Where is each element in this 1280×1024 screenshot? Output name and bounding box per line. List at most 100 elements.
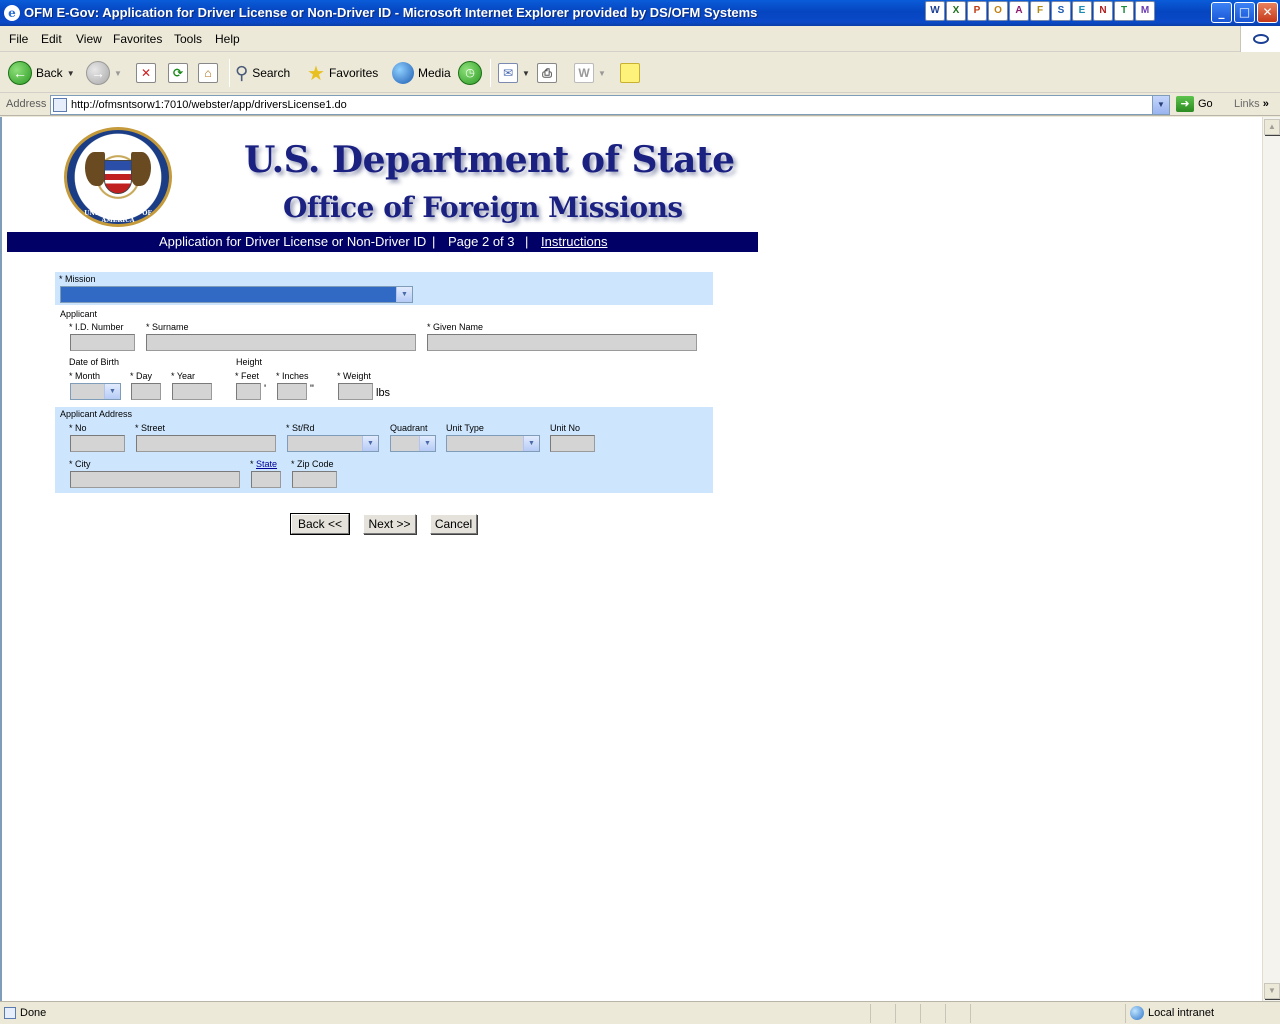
surname-input[interactable] — [146, 334, 416, 351]
street-input[interactable] — [136, 435, 276, 452]
quadrant-select[interactable]: ▼ — [390, 435, 436, 452]
zip-code-input[interactable] — [292, 471, 337, 488]
favorites-label: Favorites — [328, 66, 379, 80]
dropdown-arrow-icon[interactable]: ▼ — [67, 69, 75, 78]
minimize-button[interactable]: _ — [1211, 2, 1232, 23]
home-button[interactable]: ⌂ — [198, 60, 218, 86]
stop-icon: ✕ — [136, 63, 156, 83]
chevron-down-icon[interactable]: ▼ — [1152, 96, 1169, 114]
menu-tools[interactable]: Tools — [174, 32, 202, 46]
day-label: * Day — [130, 371, 153, 381]
unit-no-input[interactable] — [550, 435, 595, 452]
no-input[interactable] — [70, 435, 125, 452]
intranet-globe-icon — [1130, 1006, 1144, 1020]
menu-file[interactable]: File — [9, 32, 28, 46]
back-toolbar-button[interactable]: ← Back ▼ — [8, 60, 75, 86]
address-heading: Applicant Address — [60, 409, 133, 419]
stop-button[interactable]: ✕ — [136, 60, 156, 86]
page-subtitle: Office of Foreign Missions — [283, 191, 683, 224]
year-input[interactable] — [172, 383, 212, 400]
mission-select[interactable]: ▼ — [60, 286, 413, 303]
mail-button[interactable]: ✉ ▼ — [498, 60, 530, 86]
form-name: Application for Driver License or Non-Dr… — [159, 234, 427, 249]
address-input[interactable]: http://ofmsntsorw1:7010/webster/app/driv… — [50, 95, 1170, 115]
chevron-down-icon: ▼ — [396, 287, 412, 302]
menu-edit[interactable]: Edit — [41, 32, 62, 46]
refresh-button[interactable]: ⟳ — [168, 60, 188, 86]
city-input[interactable] — [70, 471, 240, 488]
history-button[interactable]: ◷ — [458, 60, 482, 86]
tray-icon[interactable]: F — [1030, 1, 1050, 21]
maximize-button[interactable]: □ — [1234, 2, 1255, 23]
title-bar: e OFM E-Gov: Application for Driver Lice… — [0, 0, 1280, 26]
instructions-link[interactable]: Instructions — [541, 234, 607, 249]
print-button[interactable]: ⎙ — [537, 60, 557, 86]
vertical-scrollbar[interactable]: ▲ ▼ — [1262, 117, 1280, 1001]
weight-unit: lbs — [376, 387, 391, 399]
media-button[interactable]: Media — [392, 60, 451, 86]
state-input[interactable] — [251, 471, 281, 488]
scroll-up-icon[interactable]: ▲ — [1264, 119, 1280, 135]
tray-icon[interactable]: M — [1135, 1, 1155, 21]
tray-icon[interactable]: T — [1114, 1, 1134, 21]
dropdown-arrow-icon[interactable]: ▼ — [114, 69, 122, 78]
toolbar: ← Back ▼ → ▼ ✕ ⟳ ⌂ ⚲ Search ★ Favorites … — [0, 53, 1280, 93]
page-title: U.S. Department of State — [244, 139, 735, 181]
page-viewport: UNITED STATES OF AMERICA U.S. Department… — [0, 117, 1262, 1001]
ie-logo-icon: e — [4, 5, 20, 21]
menu-help[interactable]: Help — [215, 32, 240, 46]
word-edit-icon: W — [574, 63, 594, 83]
chevron-down-icon: ▼ — [362, 436, 378, 451]
go-button[interactable]: ➜ Go — [1176, 96, 1213, 112]
links-button[interactable]: Links » — [1234, 98, 1269, 110]
tray-icon[interactable]: E — [1072, 1, 1092, 21]
unit-type-select[interactable]: ▼ — [446, 435, 540, 452]
home-icon: ⌂ — [198, 63, 218, 83]
close-button[interactable]: ✕ — [1257, 2, 1278, 23]
menu-favorites[interactable]: Favorites — [113, 32, 162, 46]
back-button[interactable]: Back << — [290, 513, 350, 535]
dropdown-arrow-icon[interactable]: ▼ — [598, 69, 606, 78]
next-button[interactable]: Next >> — [363, 514, 416, 534]
feet-input[interactable] — [236, 383, 261, 400]
history-icon: ◷ — [458, 61, 482, 85]
tray-icon[interactable]: O — [988, 1, 1008, 21]
window-title: OFM E-Gov: Application for Driver Licens… — [24, 5, 758, 20]
mission-label: * Mission — [59, 274, 96, 284]
dropdown-arrow-icon[interactable]: ▼ — [522, 69, 530, 78]
weight-input[interactable] — [338, 383, 373, 400]
state-label: * State — [250, 459, 278, 469]
feet-unit: ' — [264, 383, 267, 395]
page-icon — [53, 98, 67, 112]
note-button[interactable] — [620, 60, 640, 86]
cancel-button[interactable]: Cancel — [430, 514, 477, 534]
tray-icon[interactable]: S — [1051, 1, 1071, 21]
search-button[interactable]: ⚲ Search — [235, 60, 290, 86]
refresh-icon: ⟳ — [168, 63, 188, 83]
windows-logo-icon — [1240, 26, 1280, 52]
security-zone: Local intranet — [1130, 1006, 1214, 1020]
tray-icon[interactable]: N — [1093, 1, 1113, 21]
day-input[interactable] — [131, 383, 161, 400]
menu-view[interactable]: View — [76, 32, 102, 46]
height-heading: Height — [236, 357, 263, 367]
favorites-button[interactable]: ★ Favorites — [307, 60, 378, 86]
month-select[interactable]: ▼ — [70, 383, 121, 400]
unit-type-label: Unit Type — [446, 423, 484, 433]
tray-icon[interactable]: W — [925, 1, 945, 21]
strd-select[interactable]: ▼ — [287, 435, 379, 452]
state-link[interactable]: State — [256, 459, 277, 469]
id-number-input[interactable] — [70, 334, 135, 351]
tray-icon[interactable]: X — [946, 1, 966, 21]
given-name-input[interactable] — [427, 334, 697, 351]
edit-button[interactable]: W ▼ — [574, 60, 606, 86]
search-icon: ⚲ — [235, 62, 249, 83]
forward-toolbar-button[interactable]: → ▼ — [86, 60, 122, 86]
eagle-shield-icon — [104, 160, 132, 194]
page-indicator: Page 2 of 3 — [448, 234, 515, 249]
tray-icon[interactable]: P — [967, 1, 987, 21]
inches-input[interactable] — [277, 383, 307, 400]
tray-icon[interactable]: A — [1009, 1, 1029, 21]
media-label: Media — [418, 66, 451, 80]
scroll-down-icon[interactable]: ▼ — [1264, 983, 1280, 999]
